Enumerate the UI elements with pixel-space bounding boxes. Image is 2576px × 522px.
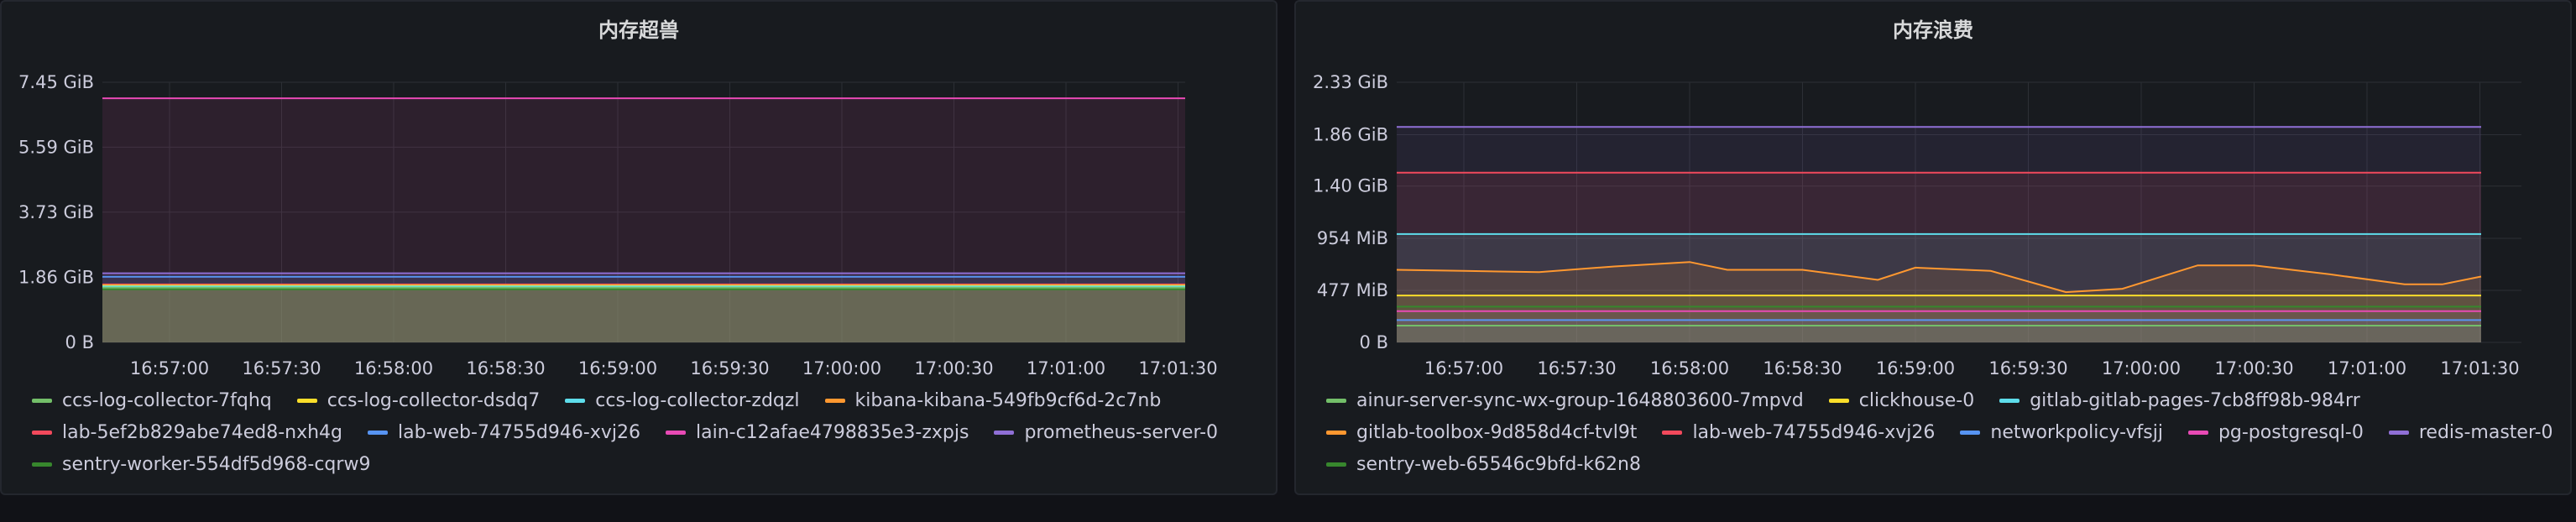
legend-swatch [368, 430, 389, 435]
legend-item[interactable]: clickhouse-0 [1828, 389, 1975, 411]
x-tick-label: 17:01:30 [2440, 358, 2519, 378]
legend-label: gitlab-gitlab-pages-7cb8ff98b-984rr [2030, 389, 2360, 411]
legend-label: redis-master-0 [2418, 421, 2553, 443]
legend-item[interactable]: lab-5ef2b829abe74ed8-nxh4g [32, 421, 342, 443]
y-tick-label: 5.59 GiB [18, 137, 94, 157]
legend-item[interactable]: sentry-worker-554df5d968-cqrw9 [32, 453, 370, 475]
legend-item[interactable]: ainur-server-sync-wx-group-1648803600-7m… [1326, 389, 1804, 411]
x-tick-label: 17:00:30 [2214, 358, 2293, 378]
legend-label: clickhouse-0 [1858, 389, 1975, 411]
legend-item[interactable]: gitlab-toolbox-9d858d4cf-tvl9t [1326, 421, 1637, 443]
x-tick-label: 17:00:30 [914, 358, 993, 378]
legend-item[interactable]: sentry-web-65546c9bfd-k62n8 [1326, 453, 1641, 475]
legend-label: pg-postgresql-0 [2218, 421, 2364, 443]
legend-item[interactable]: ccs-log-collector-7fqhq [32, 389, 272, 411]
legend-swatch [1326, 398, 1346, 403]
legend-item[interactable]: lab-web-74755d946-xvj26 [1662, 421, 1935, 443]
memory-waste-chart[interactable]: 0 B 477 MiB 954 MiB 1.40 GiB 1.86 GiB 2.33 Gi… [1296, 2, 2570, 379]
legend-label: networkpolicy-vfsjj [1990, 421, 2163, 443]
x-tick-label: 16:59:00 [1876, 358, 1955, 378]
x-tick-label: 16:58:30 [1763, 358, 1842, 378]
legend-label: ccs-log-collector-zdqzl [595, 389, 800, 411]
y-tick-label: 1.40 GiB [1313, 176, 1388, 196]
x-tick-label: 16:59:30 [1988, 358, 2067, 378]
y-tick-label: 3.73 GiB [18, 202, 94, 222]
legend-label: lain-c12afae4798835e3-zxpjs [695, 421, 969, 443]
legend-label: ccs-log-collector-dsdq7 [327, 389, 541, 411]
legend-item[interactable]: redis-master-0 [2388, 421, 2553, 443]
y-tick-label: 0 B [1360, 332, 1388, 352]
legend-label: lab-5ef2b829abe74ed8-nxh4g [62, 421, 343, 443]
legend-item[interactable]: ccs-log-collector-dsdq7 [296, 389, 541, 411]
legend-label: lab-web-74755d946-xvj26 [398, 421, 640, 443]
legend-swatch [32, 398, 52, 403]
legend-swatch [994, 430, 1015, 435]
legend-swatch [1828, 398, 1849, 403]
legend-item[interactable]: kibana-kibana-549fb9cf6d-2c7nb [824, 389, 1162, 411]
legend-swatch [32, 462, 52, 467]
y-tick-label: 1.86 GiB [1313, 125, 1388, 145]
legend-label: sentry-web-65546c9bfd-k62n8 [1356, 453, 1641, 475]
legend-label: kibana-kibana-549fb9cf6d-2c7nb [854, 389, 1162, 411]
legend-item[interactable]: pg-postgresql-0 [2187, 421, 2364, 443]
legend-item[interactable]: networkpolicy-vfsjj [1960, 421, 2163, 443]
x-tick-label: 16:57:30 [1537, 358, 1616, 378]
legend-item[interactable]: prometheus-server-0 [994, 421, 1218, 443]
legend-swatch [32, 430, 52, 435]
x-tick-label: 17:01:00 [1027, 358, 1105, 378]
legend-label: ccs-log-collector-7fqhq [62, 389, 272, 411]
legend-swatch [2187, 430, 2208, 435]
x-tick-label: 16:59:00 [578, 358, 657, 378]
legend-swatch [824, 398, 845, 403]
x-tick-label: 16:58:30 [466, 358, 545, 378]
panel-memory-overuse: 内存超兽 0 B 1.86 GiB 3.73 GiB 5.59 GiB 7.45 GiB… [0, 0, 1278, 495]
x-tick-label: 17:01:30 [1138, 358, 1217, 378]
legend: ccs-log-collector-7fqhq ccs-log-collector… [32, 389, 1259, 475]
memory-overuse-chart[interactable]: 0 B 1.86 GiB 3.73 GiB 5.59 GiB 7.45 GiB 16:57… [2, 2, 1276, 379]
legend-swatch [1960, 430, 1981, 435]
y-tick-label: 477 MiB [1317, 280, 1388, 300]
legend-item[interactable]: gitlab-gitlab-pages-7cb8ff98b-984rr [1999, 389, 2360, 411]
y-tick-label: 2.33 GiB [1313, 72, 1388, 92]
legend-swatch [1999, 398, 2020, 403]
series-area [1397, 326, 2481, 342]
legend-label: gitlab-toolbox-9d858d4cf-tvl9t [1356, 421, 1638, 443]
legend-swatch [296, 398, 317, 403]
panel-memory-waste: 内存浪费 0 B 477 MiB 954 MiB 1.40 GiB 1.86 GiB 2.… [1294, 0, 2572, 495]
y-tick-label: 7.45 GiB [18, 72, 94, 92]
legend-swatch [565, 398, 586, 403]
x-tick-label: 16:57:00 [1424, 358, 1503, 378]
legend-swatch [1326, 462, 1346, 467]
x-tick-label: 17:00:00 [802, 358, 881, 378]
x-tick-label: 16:58:00 [1650, 358, 1729, 378]
y-tick-label: 954 MiB [1317, 228, 1388, 248]
y-tick-label: 0 B [65, 332, 94, 352]
legend-item[interactable]: ccs-log-collector-zdqzl [565, 389, 800, 411]
legend-item[interactable]: lain-c12afae4798835e3-zxpjs [665, 421, 969, 443]
x-tick-label: 16:59:30 [690, 358, 769, 378]
legend-label: sentry-worker-554df5d968-cqrw9 [62, 453, 371, 475]
legend-swatch [1662, 430, 1683, 435]
legend: ainur-server-sync-wx-group-1648803600-7m… [1326, 389, 2553, 475]
legend-label: lab-web-74755d946-xvj26 [1692, 421, 1936, 443]
legend-item[interactable]: lab-web-74755d946-xvj26 [368, 421, 640, 443]
legend-label: prometheus-server-0 [1024, 421, 1219, 443]
x-tick-label: 16:57:00 [130, 358, 209, 378]
series-area [102, 289, 1185, 342]
x-tick-label: 16:57:30 [242, 358, 321, 378]
legend-swatch [1326, 430, 1346, 435]
legend-swatch [665, 430, 686, 435]
legend-label: ainur-server-sync-wx-group-1648803600-7m… [1356, 389, 1804, 411]
y-tick-label: 1.86 GiB [18, 268, 94, 288]
legend-swatch [2388, 430, 2409, 435]
x-tick-label: 17:00:00 [2102, 358, 2181, 378]
x-tick-label: 17:01:00 [2328, 358, 2406, 378]
x-tick-label: 16:58:00 [354, 358, 433, 378]
